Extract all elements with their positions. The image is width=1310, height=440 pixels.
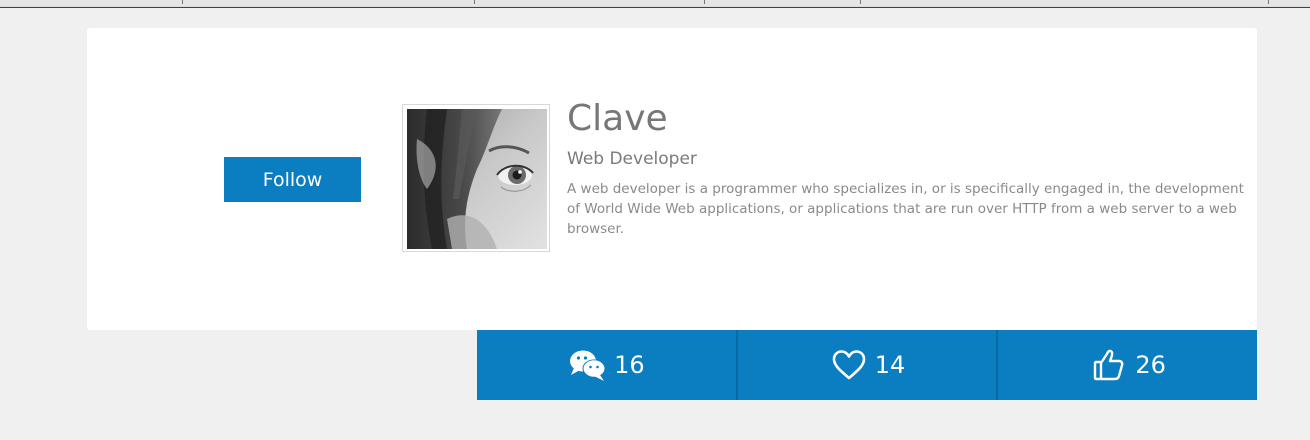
profile-role: Web Developer: [567, 149, 697, 169]
profile-name: Clave: [567, 98, 668, 139]
stat-comments[interactable]: 16: [477, 330, 736, 400]
comments-count: 16: [614, 351, 645, 379]
likes-count: 14: [874, 351, 906, 379]
profile-card: Follow Clave Web Developer A web develop…: [87, 28, 1257, 330]
avatar: [402, 104, 550, 252]
stat-thumbs-up[interactable]: 26: [996, 330, 1258, 400]
divider: [1268, 0, 1269, 4]
stats-bar: 16 14 26: [477, 330, 1258, 400]
browser-top-strip: [0, 0, 1310, 8]
thumbs-up-count: 26: [1135, 351, 1166, 379]
chat-bubbles-icon: [568, 348, 608, 382]
avatar-image: [407, 109, 547, 249]
heart-icon: [829, 348, 869, 382]
divider: [182, 0, 183, 4]
follow-button[interactable]: Follow: [224, 157, 361, 202]
divider: [704, 0, 705, 4]
thumbs-up-icon: [1089, 348, 1129, 382]
stat-likes[interactable]: 14: [735, 330, 997, 400]
divider: [474, 0, 475, 4]
profile-bio: A web developer is a programmer who spec…: [567, 181, 1244, 237]
divider: [860, 0, 861, 4]
